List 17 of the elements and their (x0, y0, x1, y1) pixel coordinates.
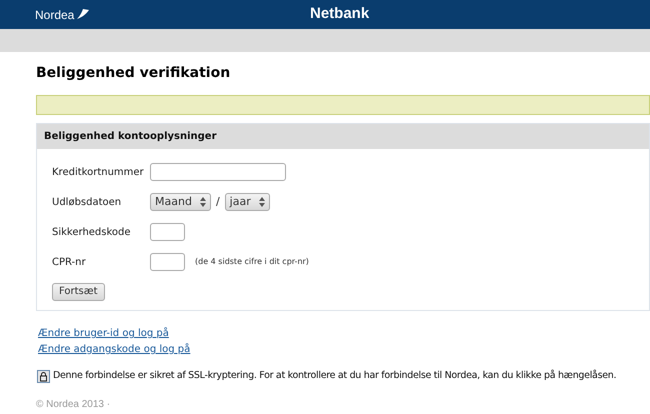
footer-text: © Nordea 2013 · (36, 398, 112, 412)
link[interactable]: Ændre bruger-id og log på (38, 326, 169, 341)
header-title: Netbank (310, 4, 370, 24)
dropdown[interactable]: Maand (150, 193, 211, 211)
field-label: Sikkerhedskode (52, 226, 132, 240)
dropdown[interactable]: jaar (224, 193, 270, 211)
hint-text: (de 4 sidste cifre i dit cpr-nr) (195, 256, 309, 268)
continue-button[interactable]: Fortsæt (52, 282, 104, 300)
field-label: CPR-nr (52, 256, 87, 270)
panel-title: Beliggenhed kontooplysninger (44, 130, 217, 144)
field-label: Kreditkortnummer (52, 166, 145, 180)
separator: / (216, 194, 220, 210)
ssl-notice: Denne forbindelse er sikret af SSL-kryptering. For at kontrollere at du har forbindelse til Nordea, kan du klikke på hængelåsen. (53, 369, 616, 383)
logo-text: Nordea (35, 6, 74, 24)
page-title: Beliggenhed verifikation (36, 64, 232, 83)
link[interactable]: Ændre adgangskode og log på (38, 342, 190, 357)
field-label: Udløbsdatoen (52, 196, 122, 210)
